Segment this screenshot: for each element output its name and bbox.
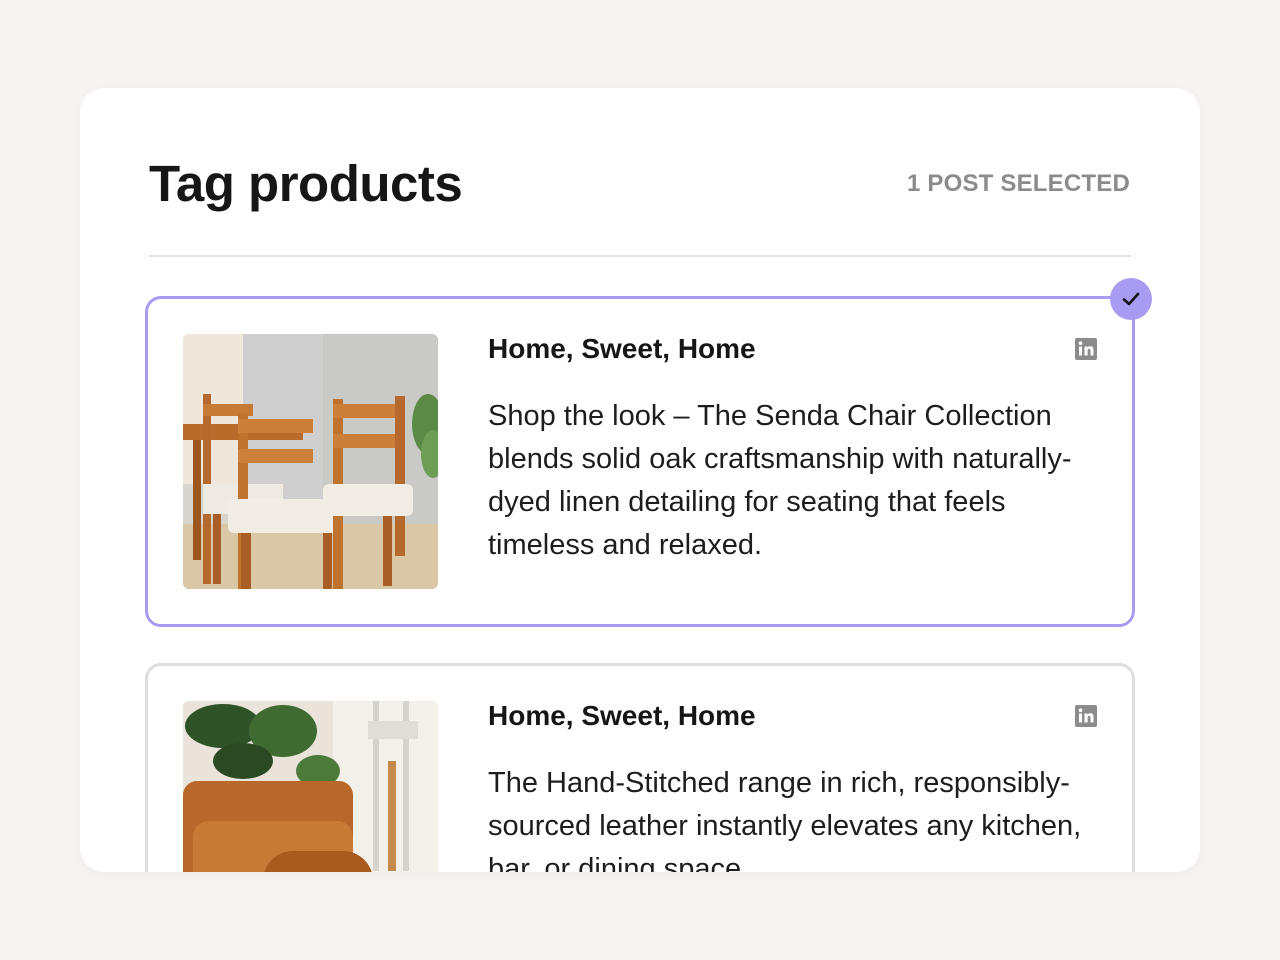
leather-armchair-image <box>183 701 438 872</box>
linkedin-icon <box>1075 338 1097 360</box>
tag-products-panel: Tag products 1 POST SELECTED Home, Sweet… <box>80 88 1200 872</box>
check-icon <box>1122 292 1140 306</box>
post-thumbnail <box>183 701 438 872</box>
post-title: Home, Sweet, Home <box>488 333 756 364</box>
post-title: Home, Sweet, Home <box>488 700 756 731</box>
post-card-selected[interactable]: Home, Sweet, Home Shop the look – The Se… <box>145 296 1135 627</box>
dining-chairs-image <box>183 334 438 589</box>
selected-check-badge[interactable] <box>1110 278 1152 320</box>
header-divider <box>149 255 1131 257</box>
post-description: The Hand-Stitched range in rich, respons… <box>488 767 1082 872</box>
selected-count-label: 1 POST SELECTED <box>906 170 1130 197</box>
post-card[interactable]: Home, Sweet, Home The Hand-Stitched rang… <box>145 663 1135 872</box>
post-description: Shop the look – The Senda Chair Collecti… <box>488 400 1072 561</box>
post-thumbnail <box>183 334 438 589</box>
page-title: Tag products <box>149 155 463 212</box>
linkedin-icon <box>1075 705 1097 727</box>
